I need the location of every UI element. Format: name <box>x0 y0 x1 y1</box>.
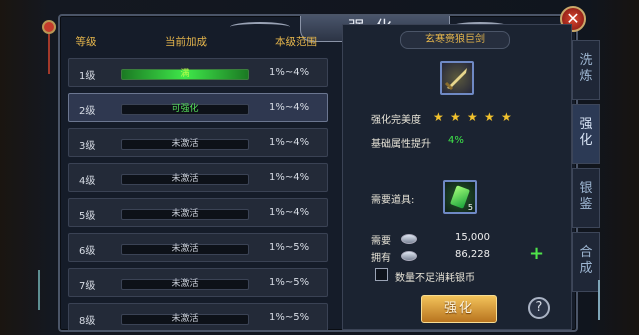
header-bonus: 当前加成 <box>165 35 207 48</box>
tab-inlay[interactable]: 银 鉴 <box>572 168 600 228</box>
star-icon: ★ <box>467 110 478 124</box>
side-tabs: 洗 炼 强 化 银 鉴 合 成 <box>572 40 600 296</box>
tab-enhance[interactable]: 强 化 <box>572 104 600 164</box>
row-bonus-bar: 满 <box>121 69 249 80</box>
plant-decoration <box>38 270 56 310</box>
row-level: 2级 <box>79 106 96 117</box>
need-value: 15,000 <box>455 232 490 243</box>
item-name: 玄寒赍狼巨剑 <box>400 31 510 49</box>
row-range: 1%~4% <box>269 67 310 78</box>
row-bonus-bar: 未激活 <box>121 174 249 185</box>
header-range: 本级范围 <box>275 35 317 48</box>
help-icon[interactable]: ? <box>528 297 550 319</box>
silver-coin-icon <box>401 251 417 261</box>
plant-decoration <box>598 280 616 320</box>
row-level: 1级 <box>79 71 96 82</box>
table-row[interactable]: 3级 未激活 1%~4% <box>68 128 328 157</box>
tab-wash[interactable]: 洗 炼 <box>572 40 600 100</box>
row-range: 1%~5% <box>269 277 310 288</box>
table-row[interactable]: 2级 可强化 1%~4% <box>68 93 328 122</box>
checkbox-label: 数量不足消耗银币 <box>395 273 475 284</box>
table-row[interactable]: 5级 未激活 1%~4% <box>68 198 328 227</box>
add-silver-button[interactable]: + <box>529 245 544 263</box>
row-bonus-bar: 未激活 <box>121 209 249 220</box>
sword-item-icon[interactable] <box>440 61 474 95</box>
material-count: 5 <box>467 203 473 212</box>
level-table: 等级 当前加成 本级范围 1级满 1%~4% 2级 可强化 1%~4% 3级 未激活 1%~4… <box>66 30 332 330</box>
enhance-button[interactable]: 强化 <box>421 295 497 323</box>
row-range: 1%~4% <box>269 102 310 113</box>
row-level: 5级 <box>79 211 96 222</box>
consume-silver-checkbox[interactable] <box>375 268 388 281</box>
row-bonus-bar: 可强化 <box>121 104 249 115</box>
table-row[interactable]: 7级 未激活 1%~5% <box>68 268 328 297</box>
row-bonus-bar: 未激活 <box>121 139 249 150</box>
row-range: 1%~4% <box>269 207 310 218</box>
row-level: 4级 <box>79 176 96 187</box>
base-label: 基础属性提升 <box>371 139 431 150</box>
row-range: 1%~4% <box>269 137 310 148</box>
row-bonus-bar: 未激活 <box>121 314 249 325</box>
detail-panel: 玄寒赍狼巨剑 强化完美度 ★ ★ ★ ★ ★ 基础属性提升 4% 需要道具: 5 需要 … <box>342 24 572 330</box>
have-value: 86,228 <box>455 249 490 260</box>
star-icon: ★ <box>433 110 444 124</box>
row-range: 1%~4% <box>269 172 310 183</box>
row-level: 8级 <box>79 316 96 327</box>
row-level: 6级 <box>79 246 96 257</box>
have-label: 拥有 <box>371 253 391 264</box>
need-item-label: 需要道具: <box>371 195 415 206</box>
perfection-label: 强化完美度 <box>371 115 421 126</box>
silver-coin-icon <box>401 234 417 244</box>
table-row[interactable]: 4级 未激活 1%~4% <box>68 163 328 192</box>
header-level: 等级 <box>75 35 97 48</box>
star-icon: ★ <box>450 110 461 124</box>
row-range: 1%~5% <box>269 242 310 253</box>
row-level: 7级 <box>79 281 96 292</box>
lantern-decoration <box>42 20 56 80</box>
row-bonus-bar: 未激活 <box>121 244 249 255</box>
table-row[interactable]: 6级 未激活 1%~5% <box>68 233 328 262</box>
star-icon: ★ <box>484 110 495 124</box>
material-gem-icon[interactable]: 5 <box>443 180 477 214</box>
base-value: 4% <box>448 135 464 146</box>
table-row[interactable]: 1级 满 1%~4% <box>68 58 328 87</box>
row-bonus-bar: 未激活 <box>121 279 249 290</box>
row-range: 1%~5% <box>269 312 310 323</box>
star-icon: ★ <box>501 110 512 124</box>
table-row[interactable]: 8级 未激活 1%~5% <box>68 303 328 330</box>
tab-combine[interactable]: 合 成 <box>572 232 600 292</box>
table-header: 等级 当前加成 本级范围 <box>66 30 332 52</box>
need-label: 需要 <box>371 236 391 247</box>
row-level: 3级 <box>79 141 96 152</box>
